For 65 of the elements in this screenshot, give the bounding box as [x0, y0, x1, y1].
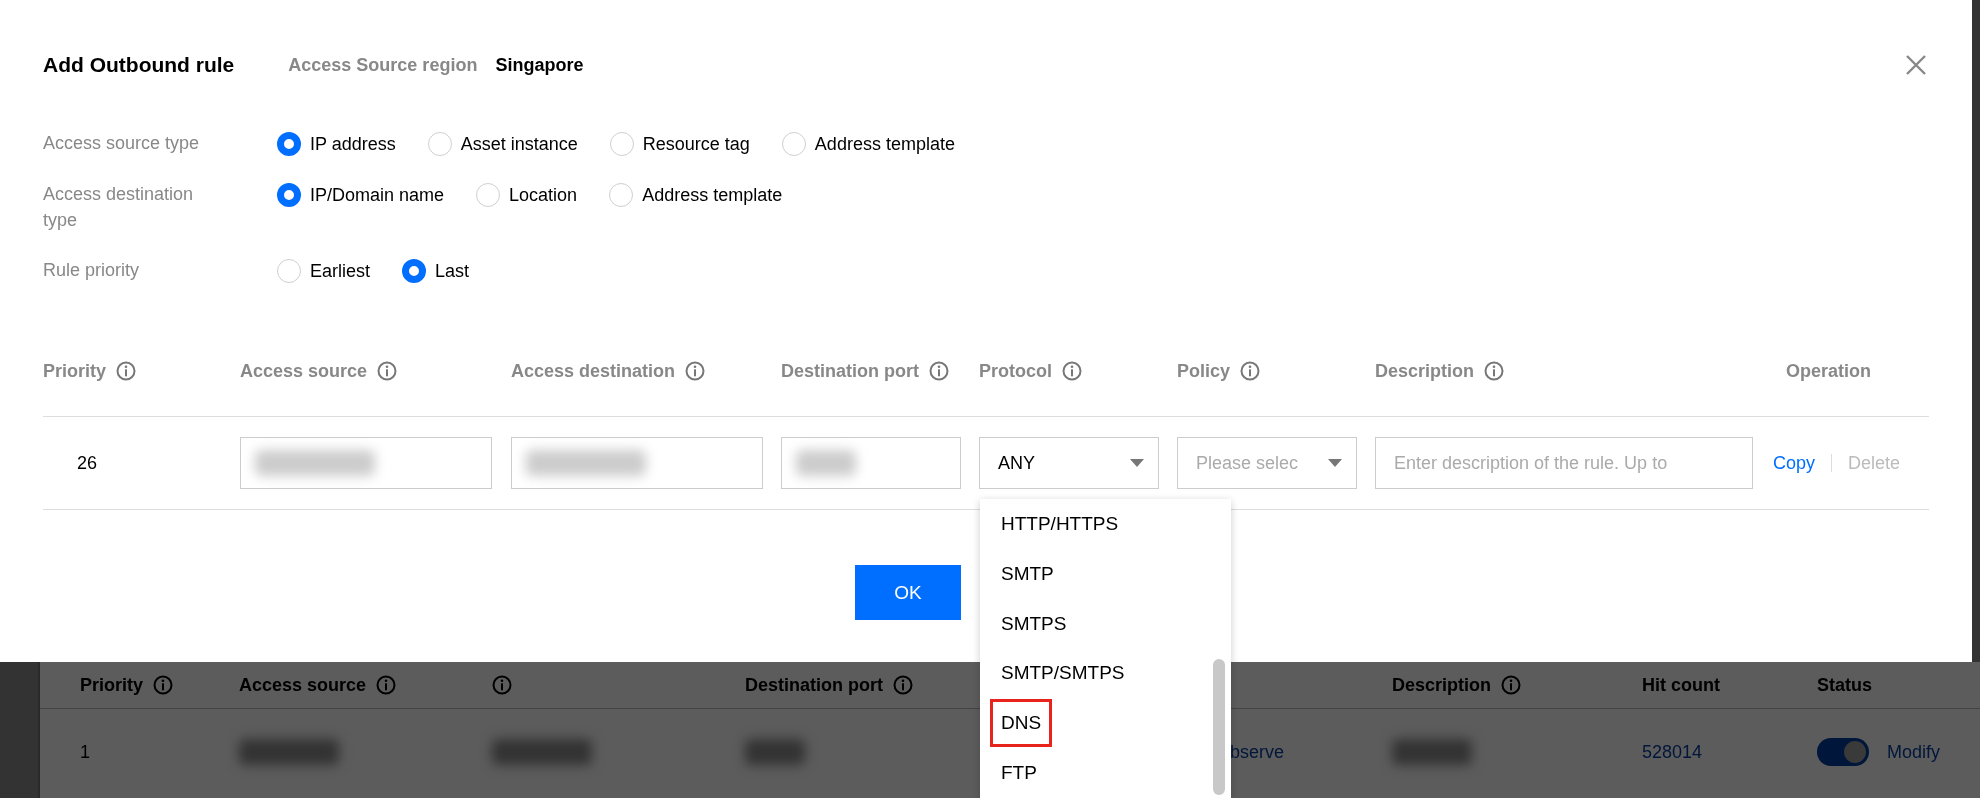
dropdown-option[interactable]: HTTP/HTTPS — [990, 499, 1130, 548]
radio-icon[interactable] — [277, 183, 301, 207]
column-header: Policy — [1177, 360, 1231, 383]
column-header: Status — [1817, 674, 1872, 696]
column-header: Protocol — [979, 360, 1052, 383]
radio-option[interactable]: Address template — [781, 131, 955, 157]
radio-option[interactable]: Asset instance — [427, 131, 578, 157]
dropdown-option[interactable]: SMTP/SMTPS — [990, 649, 1136, 698]
column-header: Priority — [80, 674, 144, 696]
scrollbar[interactable] — [1213, 659, 1225, 795]
field-label: Access source type — [43, 132, 201, 155]
priority-value: 26 — [76, 452, 98, 473]
radio-option[interactable]: IP address — [277, 131, 396, 157]
info-icon[interactable] — [492, 675, 512, 695]
column-header: Priority — [43, 360, 107, 383]
radio-icon[interactable] — [277, 132, 301, 156]
copy-link[interactable]: Copy — [1773, 452, 1816, 474]
dropdown-option[interactable]: DNS — [990, 699, 1053, 748]
field-label: Rule priority — [43, 259, 141, 282]
radio-option[interactable]: Resource tag — [609, 131, 750, 157]
priority-value: 1 — [80, 741, 91, 763]
caret-icon — [1328, 459, 1342, 467]
protocol-select[interactable]: ANY — [979, 437, 1159, 489]
column-header: Operation — [1786, 360, 1872, 382]
radio-option[interactable]: Location — [476, 182, 578, 208]
destination-port-field[interactable] — [781, 437, 961, 489]
column-header: Description — [1375, 360, 1475, 383]
access-source-field[interactable] — [240, 437, 492, 489]
dropdown-option[interactable]: FTP — [990, 749, 1048, 798]
dropdown-option[interactable]: SMTPS — [990, 599, 1078, 648]
column-header: Destination port — [745, 674, 883, 696]
radio-option[interactable]: Last — [402, 258, 470, 284]
radio-option[interactable]: IP/Domain name — [277, 182, 445, 208]
radio-icon[interactable] — [402, 259, 427, 283]
column-header: Access destination — [511, 360, 676, 383]
column-header: Destination port — [781, 360, 919, 383]
column-header: Description — [1392, 674, 1492, 696]
info-icon[interactable] — [1240, 361, 1261, 381]
region-value: Singapore — [495, 54, 584, 76]
region-label: Access Source region — [288, 54, 478, 76]
column-header: Hit count — [1642, 674, 1720, 696]
column-header: Access source — [239, 674, 367, 696]
info-icon[interactable] — [685, 361, 706, 381]
caret-icon — [1130, 459, 1144, 467]
description-field[interactable]: Enter description of the rule. Up to — [1375, 437, 1753, 489]
info-icon[interactable] — [1501, 675, 1522, 695]
dialog-title: Add Outbound rule — [43, 53, 235, 77]
ok-button[interactable]: OK — [855, 565, 961, 620]
dropdown-option[interactable]: SMTP — [990, 549, 1065, 598]
radio-option[interactable]: Earliest — [277, 258, 371, 284]
radio-option[interactable]: Address template — [609, 182, 783, 208]
column-header: Access source — [240, 360, 368, 383]
status-toggle[interactable] — [1817, 738, 1869, 766]
info-icon[interactable] — [893, 675, 913, 695]
info-icon[interactable] — [1484, 361, 1505, 381]
info-icon[interactable] — [377, 361, 398, 381]
info-icon[interactable] — [116, 361, 137, 381]
field-label: Access destination type — [43, 183, 195, 232]
access-destination-field[interactable] — [511, 437, 763, 489]
redaction-blur — [745, 739, 805, 765]
info-icon[interactable] — [153, 675, 174, 695]
info-icon[interactable] — [929, 361, 949, 381]
info-icon[interactable] — [1062, 361, 1082, 381]
redaction-blur — [796, 450, 856, 476]
info-icon[interactable] — [376, 675, 397, 695]
